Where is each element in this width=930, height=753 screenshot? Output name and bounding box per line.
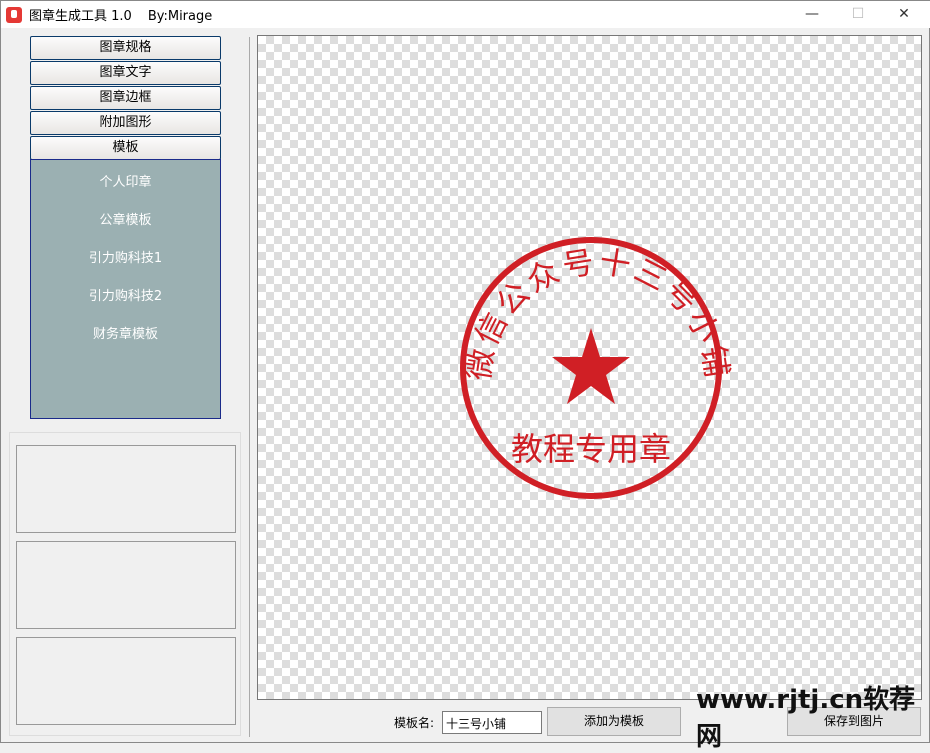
app-icon [6, 6, 22, 23]
template-item[interactable]: 财务章模板 [31, 323, 220, 342]
template-name-label: 模板名: [394, 716, 435, 730]
nav-stamp-text[interactable]: 图章文字 [30, 61, 221, 85]
template-item[interactable]: 公章模板 [31, 209, 220, 228]
template-item[interactable]: 引力购科技1 [31, 247, 220, 266]
divider [249, 37, 250, 737]
star-icon [552, 328, 630, 404]
template-name-input[interactable]: 十三号小铺 [442, 711, 542, 734]
template-list: 个人印章 公章模板 引力购科技1 引力购科技2 财务章模板 [30, 159, 221, 419]
title-bar: 图章生成工具 1.0 By:Mirage — ☐ ✕ [1, 1, 930, 28]
minimize-button[interactable]: — [789, 1, 835, 28]
preview-slot[interactable] [16, 541, 236, 629]
template-item[interactable]: 引力购科技2 [31, 285, 220, 304]
template-item[interactable]: 个人印章 [31, 171, 220, 190]
nav-stamp-border[interactable]: 图章边框 [30, 86, 221, 110]
stamp-canvas[interactable]: 微信公众号十三号小铺 教程专用章 [257, 35, 922, 700]
stamp: 微信公众号十三号小铺 教程专用章 [460, 237, 732, 499]
app-title: 图章生成工具 1.0 [29, 9, 132, 24]
add-template-button[interactable]: 添加为模板 [547, 707, 681, 736]
center-text: 教程专用章 [511, 430, 671, 468]
nav-extra-shape[interactable]: 附加图形 [30, 111, 221, 135]
nav-stamp-spec[interactable]: 图章规格 [30, 36, 221, 60]
watermark: www.rjtj.cn软荐网 [696, 685, 916, 752]
close-button[interactable]: ✕ [881, 1, 927, 28]
preview-slot[interactable] [16, 637, 236, 725]
nav-template[interactable]: 模板 [30, 136, 221, 160]
maximize-button[interactable]: ☐ [835, 1, 881, 28]
window-title: 图章生成工具 1.0 By:Mirage [29, 5, 212, 24]
author: By:Mirage [147, 9, 213, 24]
preview-slots [9, 432, 241, 736]
preview-slot[interactable] [16, 445, 236, 533]
